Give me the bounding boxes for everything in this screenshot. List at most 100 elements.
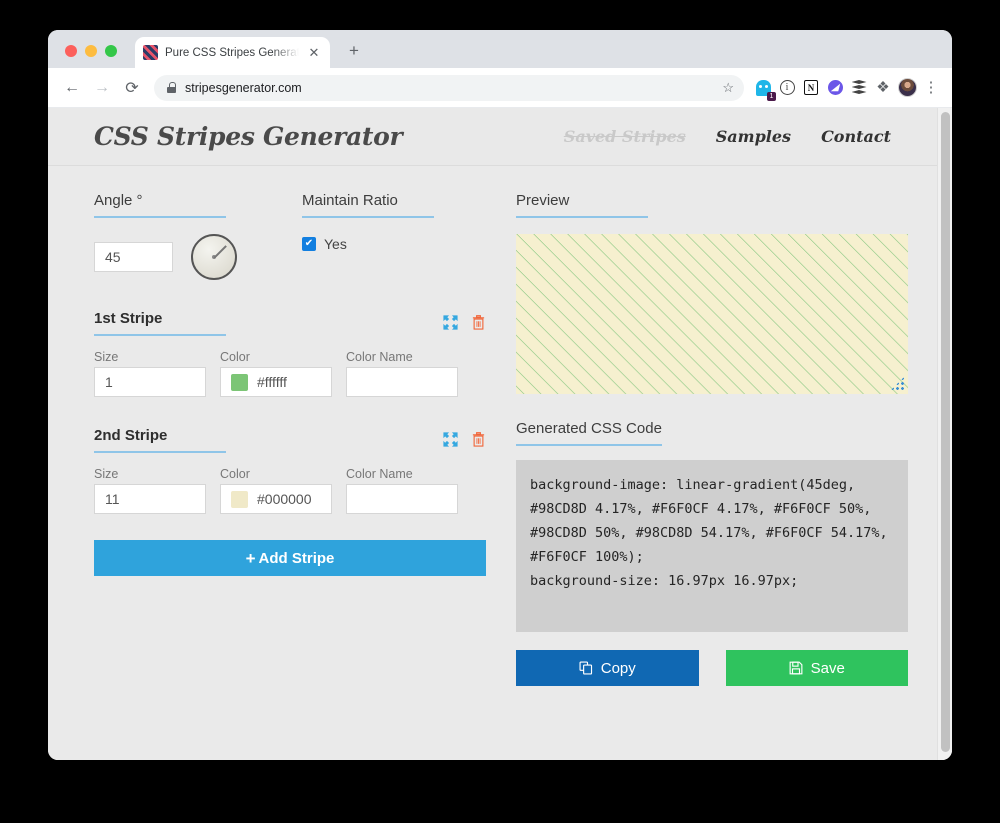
add-stripe-button[interactable]: + Add Stripe xyxy=(94,540,486,576)
stripe-group-1: 1st Stripe Size 1 Color #ffffff Color Na… xyxy=(94,310,486,397)
maintain-ratio-checkbox[interactable]: ✔ xyxy=(302,237,316,251)
stripe-2-header: 2nd Stripe xyxy=(94,427,486,453)
page-viewport: CSS Stripes Generator Saved Stripes Samp… xyxy=(48,108,952,760)
lock-icon xyxy=(167,82,176,93)
stripe-1-colorname-label: Color Name xyxy=(346,350,413,364)
close-window-button[interactable] xyxy=(65,45,77,57)
stripe-1-size-input[interactable]: 1 xyxy=(94,367,206,397)
stripe-2-size-input[interactable]: 11 xyxy=(94,484,206,514)
info-extension-icon[interactable]: i xyxy=(776,77,798,99)
extension-badge-count: 1 xyxy=(767,91,776,101)
generated-css-text: background-image: linear-gradient(45deg,… xyxy=(530,477,888,589)
stripe-2-colorname-field: Color Name xyxy=(346,467,458,514)
stripe-1-fields: Size 1 Color #ffffff Color Name xyxy=(94,350,486,397)
site-nav: Saved Stripes Samples Contact xyxy=(564,127,891,146)
plus-icon: + xyxy=(245,548,256,568)
copy-icon xyxy=(579,661,593,675)
purple-extension-icon[interactable]: ◢ xyxy=(824,77,846,99)
stripe-1-color-swatch[interactable] xyxy=(231,373,248,391)
stripe-2-colorname-label: Color Name xyxy=(346,467,413,481)
browser-tab[interactable]: Pure CSS Stripes Generator - N ✕ xyxy=(135,37,330,68)
trash-icon[interactable] xyxy=(471,314,486,331)
reload-icon[interactable]: ⟳ xyxy=(118,74,146,102)
stripe-1-size-label: Size xyxy=(94,350,119,364)
site-header: CSS Stripes Generator Saved Stripes Samp… xyxy=(48,108,937,166)
browser-toolbar: ← → ⟳ stripesgenerator.com ☆ 1 i N ◢ ❖ ⋮ xyxy=(48,68,952,108)
stripe-2-color-input[interactable]: #000000 xyxy=(220,484,332,514)
ghost-extension-icon[interactable]: 1 xyxy=(752,77,776,101)
stripe-1-colorname-input[interactable] xyxy=(346,367,458,397)
star-icon[interactable]: ☆ xyxy=(722,80,734,96)
close-tab-icon[interactable]: ✕ xyxy=(306,45,322,61)
main-content: Angle ° 45 Maintain Ratio ✔ Yes 1st Stri… xyxy=(48,166,937,686)
profile-avatar[interactable] xyxy=(896,77,918,99)
stripe-1-color-label: Color xyxy=(220,350,250,364)
stripe-1-title: 1st Stripe xyxy=(94,310,226,336)
nav-link-samples[interactable]: Samples xyxy=(716,127,791,146)
copy-button-label: Copy xyxy=(600,659,636,677)
stripe-2-fields: Size 11 Color #000000 Color Name xyxy=(94,467,486,514)
floppy-disk-icon xyxy=(789,661,803,675)
stripe-2-color-value: #000000 xyxy=(257,491,312,507)
save-button[interactable]: Save xyxy=(725,650,908,686)
maintain-ratio-section: Maintain Ratio ✔ Yes xyxy=(302,192,434,280)
generated-css-box[interactable]: background-image: linear-gradient(45deg,… xyxy=(516,460,908,632)
stripe-2-size-label: Size xyxy=(94,467,119,481)
address-bar-url: stripesgenerator.com xyxy=(185,80,302,95)
angle-block: 45 xyxy=(94,234,302,280)
stripe-2-size-field: Size 11 xyxy=(94,467,206,514)
stripe-1-header: 1st Stripe xyxy=(94,310,486,336)
angle-dial-hub xyxy=(212,255,216,259)
layers-extension-icon[interactable] xyxy=(848,77,870,99)
angle-input[interactable]: 45 xyxy=(94,242,173,272)
page-content: CSS Stripes Generator Saved Stripes Samp… xyxy=(48,108,937,760)
tab-title: Pure CSS Stripes Generator - N xyxy=(165,46,299,59)
stripe-1-size-field: Size 1 xyxy=(94,350,206,397)
tab-strip: Pure CSS Stripes Generator - N ✕ + xyxy=(48,30,952,68)
stripe-2-title: 2nd Stripe xyxy=(94,427,226,453)
preview-column: Preview Generated CSS Code background-im… xyxy=(516,192,908,686)
trash-icon[interactable] xyxy=(471,431,486,448)
add-stripe-label: Add Stripe xyxy=(258,549,335,567)
maintain-ratio-label: Maintain Ratio xyxy=(302,192,434,218)
angle-ratio-row: Angle ° 45 Maintain Ratio ✔ Yes xyxy=(94,192,486,280)
forward-icon[interactable]: → xyxy=(88,74,116,102)
browser-window: Pure CSS Stripes Generator - N ✕ + ← → ⟳… xyxy=(48,30,952,760)
stripe-preview[interactable] xyxy=(516,234,908,394)
page-scrollbar-thumb[interactable] xyxy=(941,112,950,752)
site-logo[interactable]: CSS Stripes Generator xyxy=(94,122,403,151)
stripe-1-color-input[interactable]: #ffffff xyxy=(220,367,332,397)
preview-label: Preview xyxy=(516,192,648,218)
nav-link-contact[interactable]: Contact xyxy=(821,127,891,146)
stripe-1-color-value: #ffffff xyxy=(257,374,287,390)
resize-grip[interactable] xyxy=(890,376,905,391)
stripe-1-actions xyxy=(442,314,486,336)
window-traffic-lights xyxy=(60,45,117,68)
stripe-1-colorname-field: Color Name xyxy=(346,350,458,397)
back-icon[interactable]: ← xyxy=(58,74,86,102)
nav-link-saved-stripes[interactable]: Saved Stripes xyxy=(564,127,686,146)
maximize-window-button[interactable] xyxy=(105,45,117,57)
browser-menu-icon[interactable]: ⋮ xyxy=(920,77,942,99)
page-scrollbar[interactable] xyxy=(937,108,952,760)
stripe-2-actions xyxy=(442,431,486,453)
generated-css-label: Generated CSS Code xyxy=(516,420,662,446)
minimize-window-button[interactable] xyxy=(85,45,97,57)
striped-square-favicon xyxy=(143,45,158,60)
address-bar[interactable]: stripesgenerator.com ☆ xyxy=(154,74,744,101)
stripe-2-color-swatch[interactable] xyxy=(231,490,248,508)
angle-section: Angle ° 45 xyxy=(94,192,302,280)
move-icon[interactable] xyxy=(442,431,459,448)
new-tab-button[interactable]: + xyxy=(340,37,368,65)
maintain-ratio-yes-label: Yes xyxy=(324,236,347,252)
angle-dial[interactable] xyxy=(191,234,237,280)
controls-column: Angle ° 45 Maintain Ratio ✔ Yes 1st Stri… xyxy=(94,192,486,686)
move-icon[interactable] xyxy=(442,314,459,331)
puzzle-extension-icon[interactable]: ❖ xyxy=(872,77,894,99)
notion-extension-icon[interactable]: N xyxy=(800,77,822,99)
save-button-label: Save xyxy=(810,659,845,677)
maintain-ratio-block[interactable]: ✔ Yes xyxy=(302,236,434,252)
copy-button[interactable]: Copy xyxy=(516,650,699,686)
stripe-2-colorname-input[interactable] xyxy=(346,484,458,514)
action-buttons: Copy Save xyxy=(516,650,908,686)
